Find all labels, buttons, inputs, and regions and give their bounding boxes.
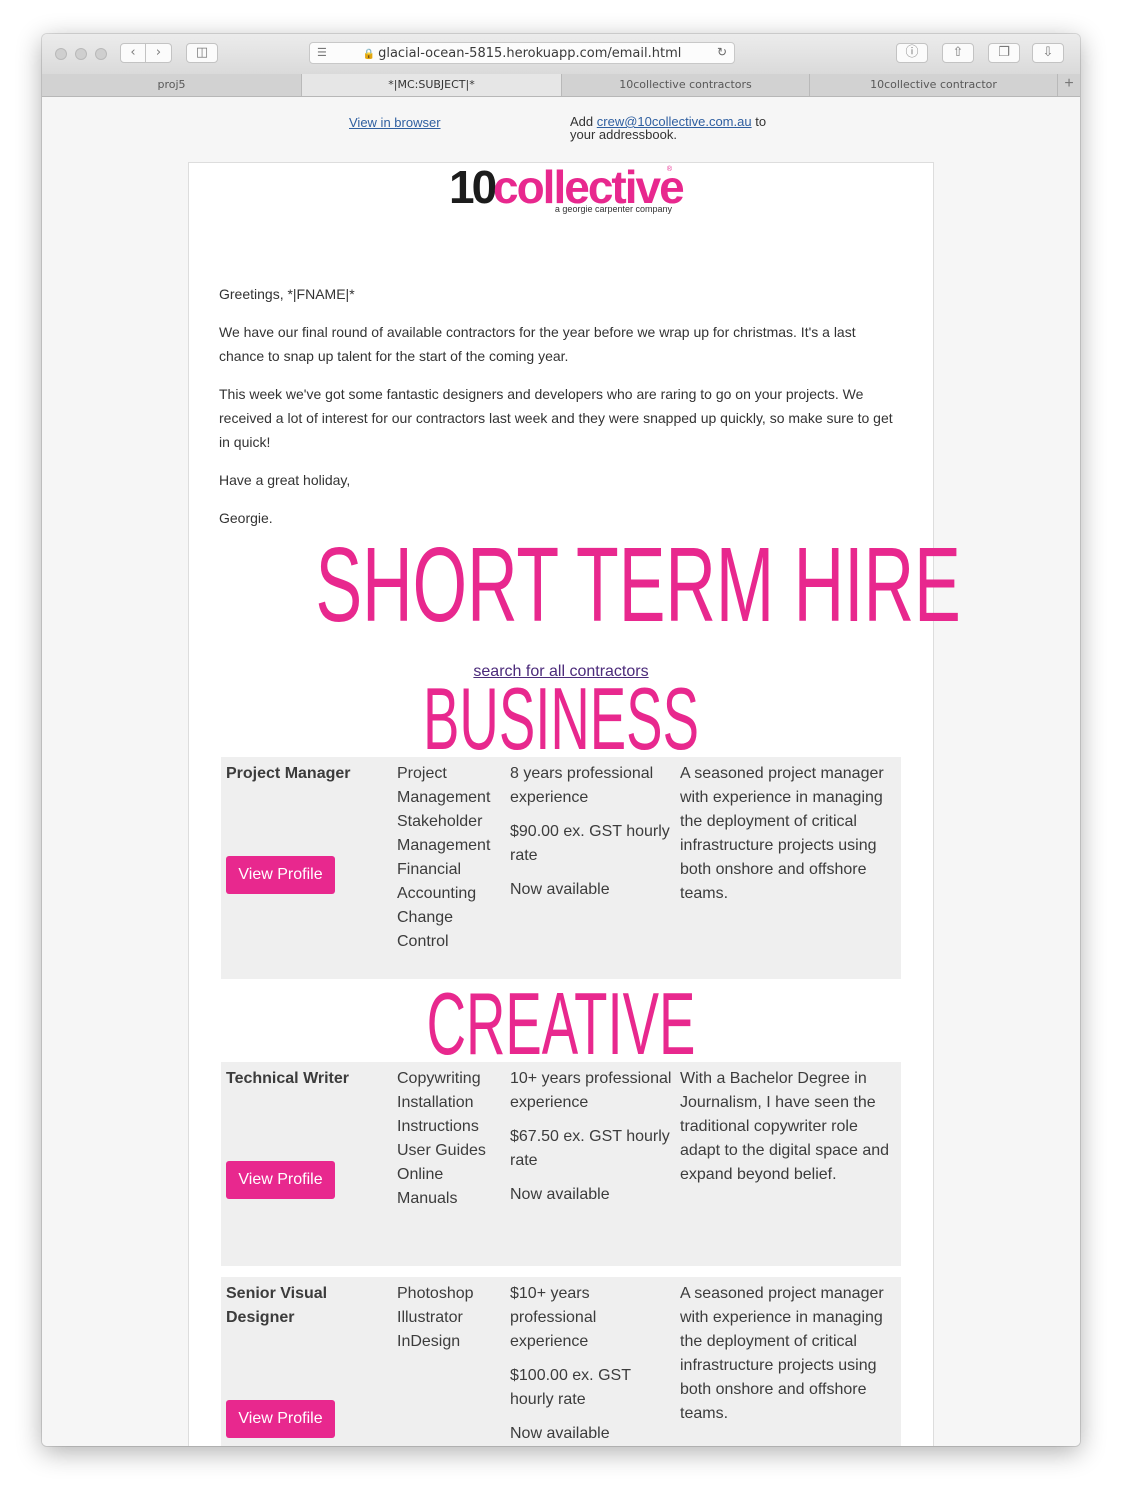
section-heading-business: BUSINESS (423, 669, 699, 768)
contractor-details: 10+ years professional experience $67.50… (510, 1067, 673, 1217)
contractor-availability: Now available (510, 1425, 610, 1442)
contractor-details: 8 years professional experience $90.00 e… (510, 762, 673, 912)
contractor-role: Technical Writer (226, 1070, 349, 1087)
contractor-role: Senior Visual Designer (226, 1285, 328, 1326)
contractor-card: Senior Visual Designer Photoshop Illustr… (221, 1277, 901, 1446)
forward-icon[interactable]: › (146, 43, 172, 63)
contractor-rate: $90.00 ex. GST hourly rate (510, 823, 670, 864)
contractor-bio: A seasoned project manager with experien… (680, 1285, 884, 1422)
contractor-experience: $10+ years professional experience (510, 1285, 597, 1350)
tab-contractors[interactable]: 10collective contractors (562, 74, 810, 96)
view-profile-button[interactable]: View Profile (226, 856, 335, 894)
sidebar-icon[interactable]: ◫ (186, 43, 218, 63)
contractor-card: Project Manager Project Management Stake… (221, 757, 901, 979)
page-content: View in browser Add crew@10collective.co… (42, 97, 1080, 1446)
back-icon[interactable]: ‹ (120, 43, 146, 63)
contractor-role: Project Manager (226, 765, 351, 782)
lock-icon: 🔒 (362, 49, 376, 60)
tabs-overview-icon[interactable]: ❐ (988, 43, 1020, 63)
contractor-availability: Now available (510, 881, 610, 898)
tab-proj5[interactable]: proj5 (42, 74, 302, 96)
zoom-window-button[interactable] (95, 48, 107, 60)
contractor-rate: $67.50 ex. GST hourly rate (510, 1128, 670, 1169)
contractor-bio: A seasoned project manager with experien… (680, 765, 884, 902)
share-icon[interactable]: ⇧ (942, 43, 974, 63)
view-profile-button[interactable]: View Profile (226, 1161, 335, 1199)
detail-paragraph: This week we've got some fantastic desig… (219, 386, 893, 450)
browser-window: ‹ › ◫ ☰ 🔒 glacial-ocean-5815.herokuapp.co… (42, 34, 1080, 1446)
email-body: 10 collective ® a georgie carpenter comp… (188, 161, 961, 1446)
hero-heading: SHORT TERM HIRE (315, 526, 961, 644)
contractor-availability: Now available (510, 1186, 610, 1203)
brand-logo: 10 collective ® a georgie carpenter comp… (449, 161, 685, 219)
contractor-skills: Copywriting Installation Instructions Us… (397, 1070, 486, 1207)
info-icon[interactable]: ⓘ (896, 43, 928, 63)
address-bar[interactable]: ☰ 🔒 glacial-ocean-5815.herokuapp.com/emai… (309, 42, 735, 64)
contractor-skills: Project Management Stakeholder Managemen… (397, 765, 491, 950)
intro-paragraph: We have our final round of available con… (219, 324, 856, 364)
contractor-rate: $100.00 ex. GST hourly rate (510, 1367, 631, 1408)
tab-contractor[interactable]: 10collective contractor (810, 74, 1058, 96)
view-profile-button[interactable]: View Profile (226, 1400, 335, 1438)
contractor-skills: Photoshop Illustrator InDesign (397, 1285, 474, 1350)
contractor-card: Technical Writer Copywriting Installatio… (221, 1062, 901, 1266)
contractor-details: $10+ years professional experience $100.… (510, 1282, 673, 1446)
close-window-button[interactable] (55, 48, 67, 60)
minimize-window-button[interactable] (75, 48, 87, 60)
signoff: Have a great holiday, (219, 472, 351, 488)
tab-mc-subject[interactable]: *|MC:SUBJECT|* (302, 74, 562, 96)
logo-registered-mark: ® (666, 166, 672, 173)
tab-bar: proj5 *|MC:SUBJECT|* 10collective contra… (42, 74, 1080, 97)
greeting: Greetings, *|FNAME|* (219, 286, 355, 302)
contractor-bio: With a Bachelor Degree in Journalism, I … (680, 1070, 890, 1183)
url-text: glacial-ocean-5815.herokuapp.com/email.h… (378, 46, 682, 61)
logo-tagline: a georgie carpenter company (554, 204, 672, 214)
downloads-icon[interactable]: ⇩ (1032, 43, 1064, 63)
contractor-experience: 8 years professional experience (510, 765, 654, 806)
new-tab-icon[interactable]: + (1058, 74, 1080, 96)
contractor-experience: 10+ years professional experience (510, 1070, 672, 1111)
view-in-browser-link[interactable]: View in browser (349, 115, 441, 130)
section-heading-creative: CREATIVE (426, 974, 696, 1073)
reload-icon[interactable]: ↻ (717, 45, 727, 59)
add-to-addressbook-text: Add crew@10collective.com.au to your add… (570, 115, 780, 141)
logo-number: 10 (449, 161, 497, 213)
browser-toolbar: ‹ › ◫ ☰ 🔒 glacial-ocean-5815.herokuapp.co… (42, 34, 1080, 75)
